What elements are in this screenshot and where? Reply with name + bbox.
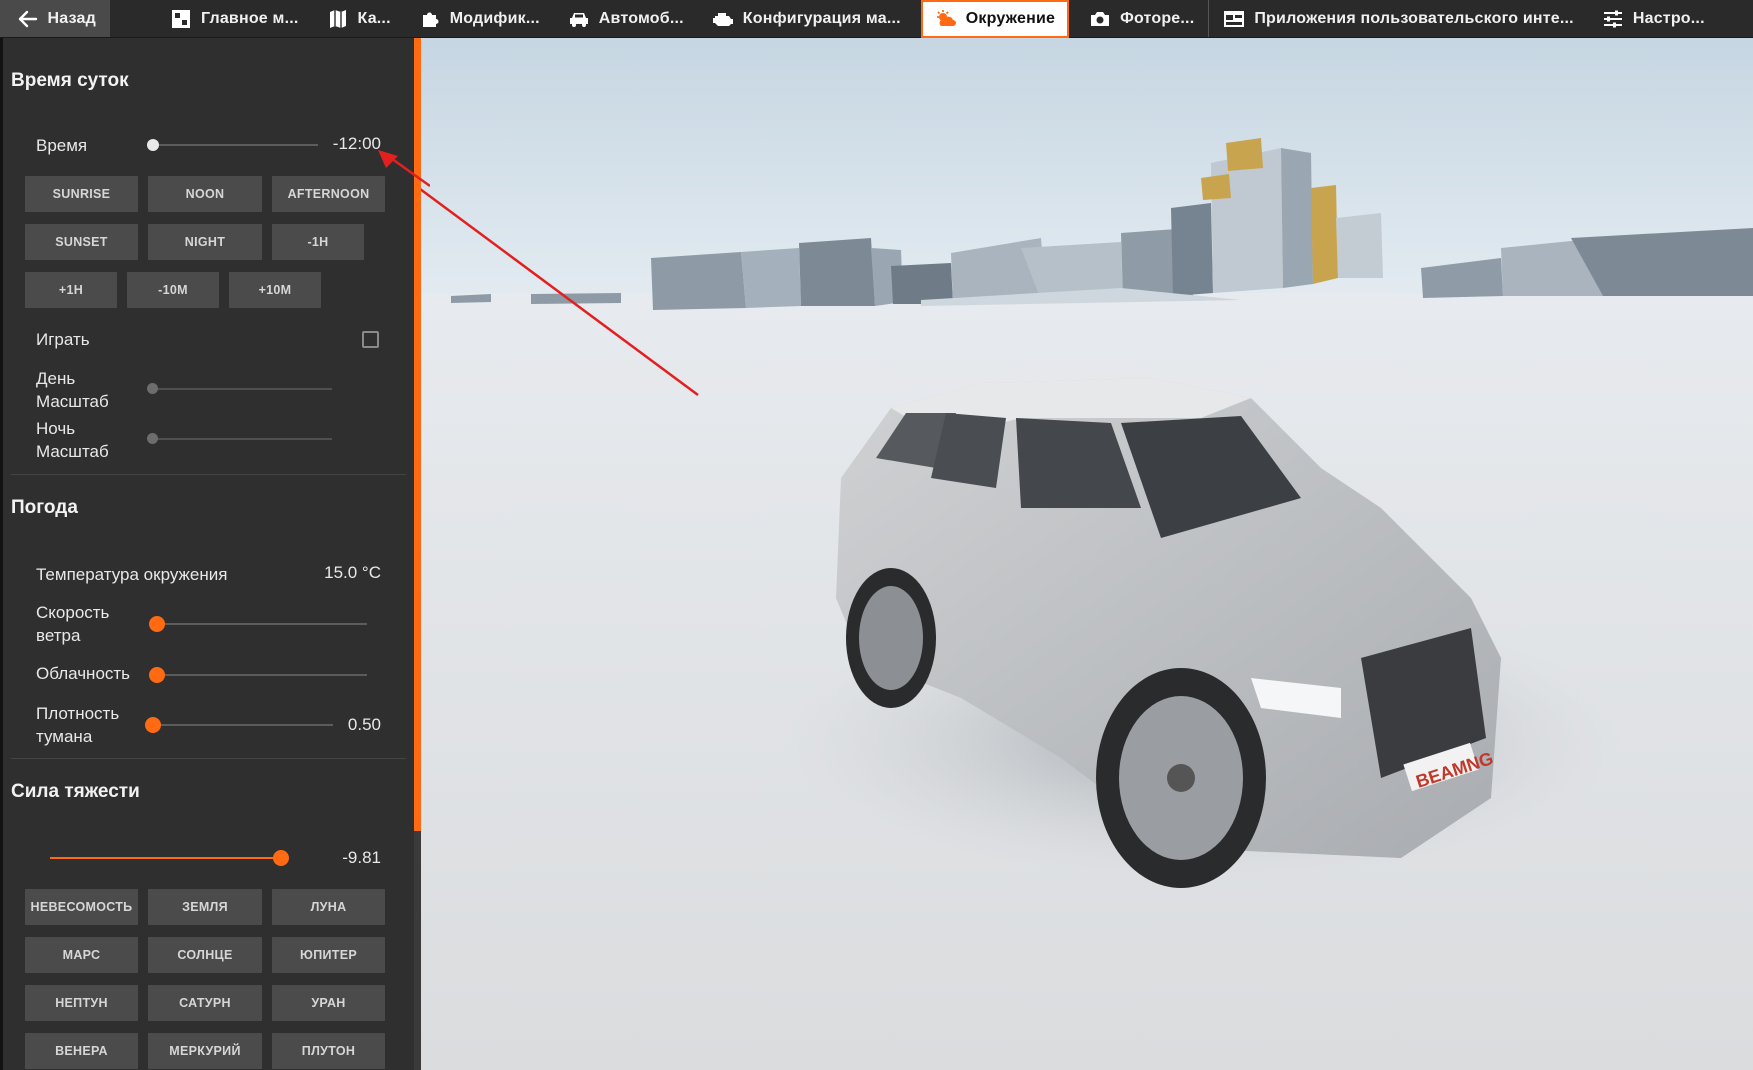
gravity-mercury-button[interactable]: МЕРКУРИЙ <box>148 1033 262 1069</box>
temperature-value[interactable]: 15.0 °C <box>300 563 381 583</box>
fog-density-slider-track[interactable] <box>153 724 333 726</box>
gravity-uranus-button[interactable]: УРАН <box>272 985 385 1021</box>
apps-icon <box>1223 9 1245 29</box>
noon-button[interactable]: NOON <box>148 176 262 212</box>
tab-settings[interactable]: Настро... <box>1588 0 1719 37</box>
gravity-pluto-button[interactable]: ПЛУТОН <box>272 1033 385 1069</box>
wind-speed-slider-knob[interactable] <box>149 616 165 632</box>
play-checkbox[interactable] <box>362 331 379 348</box>
weather-icon <box>935 9 957 29</box>
tab-mods[interactable]: Модифик... <box>405 0 554 37</box>
wind-speed-label: Скорость ветра <box>36 601 109 647</box>
tab-mods-label: Модифик... <box>449 9 540 27</box>
night-scale-label-line2: Масштаб <box>36 442 109 461</box>
plus-10m-button[interactable]: +10M <box>229 272 321 308</box>
panel-scrollbar-track[interactable] <box>414 831 421 1070</box>
wind-speed-slider-track[interactable] <box>157 623 367 625</box>
gravity-neptune-button[interactable]: НЕПТУН <box>25 985 138 1021</box>
panel-left-edge <box>0 38 3 1070</box>
section-divider <box>11 474 406 475</box>
camera-icon <box>1089 9 1111 29</box>
plus-1h-button[interactable]: +1H <box>25 272 117 308</box>
time-slider-knob[interactable] <box>147 139 159 151</box>
time-slider-track[interactable] <box>152 144 318 146</box>
tab-vehicles-label: Автомоб... <box>598 9 684 27</box>
minus-1h-button[interactable]: -1H <box>272 224 364 260</box>
tab-settings-label: Настро... <box>1632 9 1705 27</box>
temperature-label: Температура окружения <box>36 565 228 584</box>
top-navigation-bar: Назад Главное м... Ка... Модифик... Авто… <box>0 0 1753 38</box>
day-scale-slider-knob[interactable] <box>147 383 158 394</box>
gravity-earth-button[interactable]: ЗЕМЛЯ <box>148 889 262 925</box>
gravity-slider-track[interactable] <box>50 857 280 859</box>
gravity-venus-button[interactable]: ВЕНЕРА <box>25 1033 138 1069</box>
day-scale-label-line1: День <box>36 369 76 388</box>
wind-speed-label-line2: ветра <box>36 626 81 645</box>
back-label: Назад <box>47 9 96 27</box>
gravity-sun-button[interactable]: СОЛНЦЕ <box>148 937 262 973</box>
sliders-icon <box>1602 9 1624 29</box>
time-of-day-title: Время суток <box>11 70 129 91</box>
night-scale-slider-knob[interactable] <box>147 433 158 444</box>
tab-map[interactable]: Ка... <box>313 0 405 37</box>
gravity-jupiter-button[interactable]: ЮПИТЕР <box>272 937 385 973</box>
scene-render: BEAMNG <box>421 38 1753 1070</box>
tab-ui-apps[interactable]: Приложения пользовательского инте... <box>1208 0 1587 37</box>
engine-icon <box>712 9 734 29</box>
night-button[interactable]: NIGHT <box>148 224 262 260</box>
gravity-title: Сила тяжести <box>11 781 140 802</box>
game-viewport[interactable]: BEAMNG <box>421 38 1753 1070</box>
tab-vehicles[interactable]: Автомоб... <box>554 0 698 37</box>
afternoon-button[interactable]: AFTERNOON <box>272 176 385 212</box>
car-icon <box>568 9 590 29</box>
back-button[interactable]: Назад <box>0 0 110 37</box>
fog-density-label-line1: Плотность <box>36 704 120 723</box>
sunset-button[interactable]: SUNSET <box>25 224 138 260</box>
weather-title: Погода <box>11 497 78 518</box>
fog-density-value: 0.50 <box>347 715 381 734</box>
night-scale-label-line1: Ночь <box>36 419 76 438</box>
day-scale-label: День Масштаб <box>36 367 109 413</box>
tab-main-menu-label: Главное м... <box>201 9 299 27</box>
tab-ui-apps-label: Приложения пользовательского инте... <box>1254 9 1574 27</box>
fog-density-label-line2: тумана <box>36 727 93 746</box>
fog-density-label: Плотность тумана <box>36 702 119 748</box>
puzzle-icon <box>419 9 441 29</box>
gravity-slider-knob[interactable] <box>273 850 289 866</box>
sunrise-button[interactable]: SUNRISE <box>25 176 138 212</box>
tab-environment-label: Окружение <box>965 10 1056 27</box>
cloudiness-slider-knob[interactable] <box>149 667 165 683</box>
fog-density-slider-knob[interactable] <box>145 717 161 733</box>
tab-main-menu[interactable]: Главное м... <box>110 0 313 37</box>
day-scale-label-line2: Масштаб <box>36 392 109 411</box>
section-divider <box>11 758 406 759</box>
tab-vehicle-config-label: Конфигурация ма... <box>742 9 901 27</box>
gravity-saturn-button[interactable]: САТУРН <box>148 985 262 1021</box>
gravity-value: -9.81 <box>342 848 381 867</box>
tab-map-label: Ка... <box>357 9 391 27</box>
tab-environment[interactable]: Окружение <box>920 0 1070 38</box>
gravity-moon-button[interactable]: ЛУНА <box>272 889 385 925</box>
wind-speed-label-line1: Скорость <box>36 603 110 622</box>
day-scale-slider-track[interactable] <box>152 388 332 390</box>
play-label: Играть <box>36 330 90 349</box>
time-label: Время <box>36 136 88 155</box>
home-map-icon <box>170 9 192 29</box>
night-scale-label: Ночь Масштаб <box>36 417 109 463</box>
annotation-arrow-head <box>378 150 430 188</box>
minus-10m-button[interactable]: -10M <box>127 272 219 308</box>
arrow-left-icon <box>18 9 39 29</box>
cloudiness-slider-track[interactable] <box>157 674 367 676</box>
tab-vehicle-config[interactable]: Конфигурация ма... <box>698 0 915 37</box>
tab-photo-mode-label: Фоторе... <box>1120 9 1195 27</box>
map-icon <box>327 9 349 29</box>
tab-photo-mode[interactable]: Фоторе... <box>1075 0 1208 37</box>
cloudiness-label: Облачность <box>36 664 131 683</box>
gravity-mars-button[interactable]: МАРС <box>25 937 138 973</box>
night-scale-slider-track[interactable] <box>152 438 332 440</box>
gravity-weightless-button[interactable]: НЕВЕСОМОСТЬ <box>25 889 138 925</box>
